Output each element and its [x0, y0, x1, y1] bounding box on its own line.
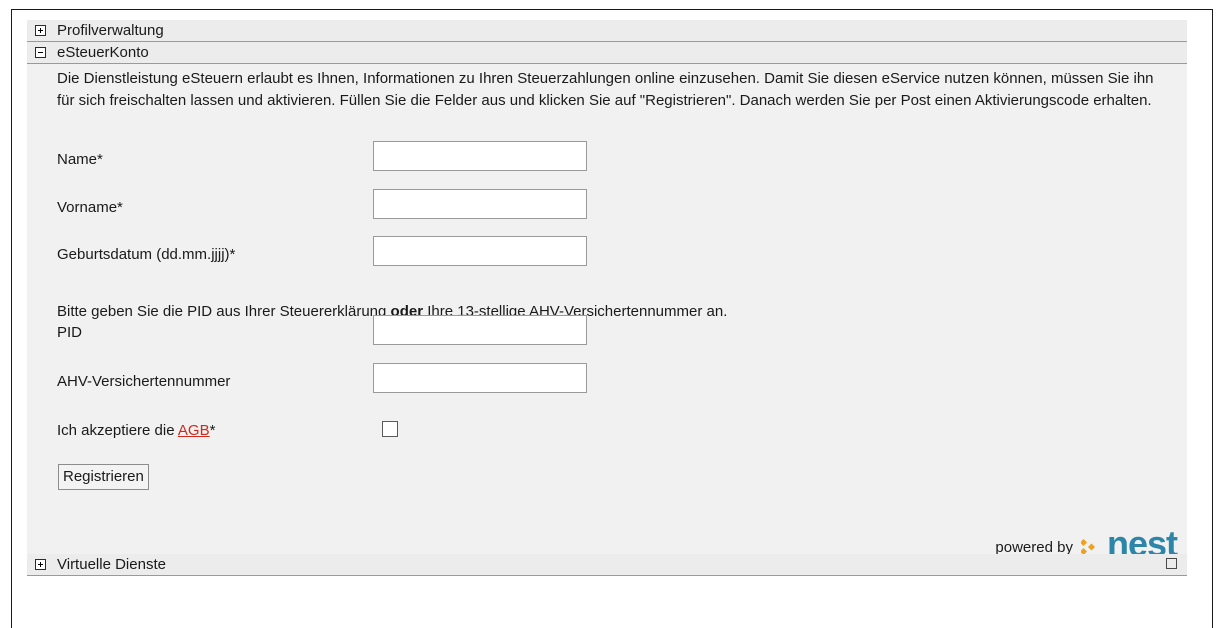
esteuerkonto-panel: Die Dienstleistung eSteuern erlaubt es I… [27, 64, 1187, 562]
ahv-label: AHV-Versichertennummer [57, 373, 231, 390]
ahv-input[interactable] [373, 363, 587, 393]
agb-checkbox[interactable] [382, 421, 398, 437]
vorname-input[interactable] [373, 189, 587, 219]
register-button[interactable]: Registrieren [58, 464, 149, 490]
section-title: Profilverwaltung [57, 22, 164, 39]
section-header-virtuelle-dienste[interactable]: Virtuelle Dienste [27, 554, 1187, 576]
section-header-esteuerkonto[interactable]: eSteuerKonto [27, 42, 1187, 64]
agb-label: Ich akzeptiere die AGB* [57, 422, 216, 439]
pid-input[interactable] [373, 315, 587, 345]
accordion: Profilverwaltung eSteuerKonto Die Dienst… [27, 20, 1187, 576]
geburtsdatum-label: Geburtsdatum (dd.mm.jjjj)* [57, 246, 236, 263]
external-window-icon[interactable] [1166, 558, 1177, 569]
vorname-label: Vorname* [57, 199, 123, 216]
intro-text: Die Dienstleistung eSteuern erlaubt es I… [57, 70, 1154, 109]
geburtsdatum-input[interactable] [373, 236, 587, 266]
section-title: Virtuelle Dienste [57, 556, 166, 573]
plus-box-icon[interactable] [35, 559, 46, 570]
section-header-profilverwaltung[interactable]: Profilverwaltung [27, 20, 1187, 42]
name-input[interactable] [373, 141, 587, 171]
minus-box-icon[interactable] [35, 47, 46, 58]
plus-box-icon[interactable] [35, 25, 46, 36]
portal-frame: Profilverwaltung eSteuerKonto Die Dienst… [11, 9, 1213, 628]
name-label: Name* [57, 151, 103, 168]
pid-label: PID [57, 324, 83, 341]
section-title: eSteuerKonto [57, 44, 149, 61]
agb-link[interactable]: AGB [178, 422, 210, 439]
